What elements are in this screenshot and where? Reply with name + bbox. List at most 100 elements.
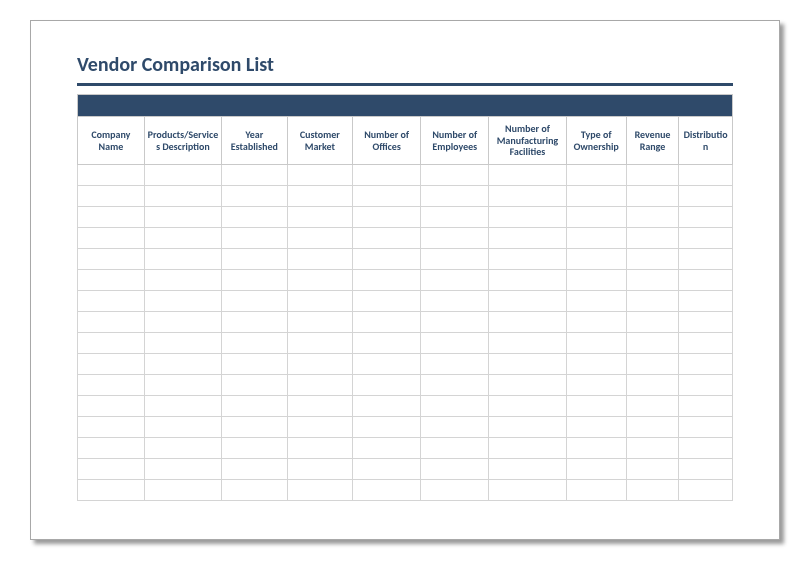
table-cell[interactable] bbox=[78, 291, 145, 312]
table-cell[interactable] bbox=[566, 375, 626, 396]
table-cell[interactable] bbox=[353, 165, 421, 186]
table-cell[interactable] bbox=[679, 249, 733, 270]
table-cell[interactable] bbox=[421, 333, 489, 354]
table-cell[interactable] bbox=[566, 354, 626, 375]
table-cell[interactable] bbox=[421, 270, 489, 291]
table-cell[interactable] bbox=[626, 270, 678, 291]
table-cell[interactable] bbox=[222, 165, 288, 186]
table-cell[interactable] bbox=[78, 228, 145, 249]
table-row[interactable] bbox=[78, 249, 733, 270]
table-cell[interactable] bbox=[566, 417, 626, 438]
table-cell[interactable] bbox=[626, 291, 678, 312]
table-row[interactable] bbox=[78, 291, 733, 312]
table-cell[interactable] bbox=[78, 438, 145, 459]
table-row[interactable] bbox=[78, 165, 733, 186]
table-cell[interactable] bbox=[78, 375, 145, 396]
table-cell[interactable] bbox=[489, 417, 566, 438]
table-cell[interactable] bbox=[489, 438, 566, 459]
table-cell[interactable] bbox=[679, 312, 733, 333]
table-cell[interactable] bbox=[421, 291, 489, 312]
table-cell[interactable] bbox=[679, 291, 733, 312]
table-cell[interactable] bbox=[78, 459, 145, 480]
table-cell[interactable] bbox=[679, 186, 733, 207]
table-cell[interactable] bbox=[353, 249, 421, 270]
table-cell[interactable] bbox=[144, 207, 221, 228]
table-cell[interactable] bbox=[679, 459, 733, 480]
table-cell[interactable] bbox=[144, 375, 221, 396]
table-cell[interactable] bbox=[421, 417, 489, 438]
table-cell[interactable] bbox=[222, 375, 288, 396]
table-cell[interactable] bbox=[78, 165, 145, 186]
table-cell[interactable] bbox=[421, 165, 489, 186]
table-cell[interactable] bbox=[78, 249, 145, 270]
table-cell[interactable] bbox=[222, 396, 288, 417]
table-cell[interactable] bbox=[222, 354, 288, 375]
table-cell[interactable] bbox=[566, 312, 626, 333]
table-cell[interactable] bbox=[421, 354, 489, 375]
table-row[interactable] bbox=[78, 480, 733, 501]
table-row[interactable] bbox=[78, 207, 733, 228]
table-cell[interactable] bbox=[222, 438, 288, 459]
table-cell[interactable] bbox=[353, 312, 421, 333]
table-row[interactable] bbox=[78, 186, 733, 207]
table-cell[interactable] bbox=[626, 165, 678, 186]
table-cell[interactable] bbox=[626, 375, 678, 396]
table-cell[interactable] bbox=[679, 417, 733, 438]
table-cell[interactable] bbox=[144, 354, 221, 375]
table-cell[interactable] bbox=[78, 186, 145, 207]
table-cell[interactable] bbox=[287, 249, 353, 270]
table-cell[interactable] bbox=[679, 165, 733, 186]
table-cell[interactable] bbox=[679, 333, 733, 354]
table-cell[interactable] bbox=[78, 354, 145, 375]
table-cell[interactable] bbox=[287, 459, 353, 480]
table-cell[interactable] bbox=[222, 333, 288, 354]
table-row[interactable] bbox=[78, 312, 733, 333]
table-cell[interactable] bbox=[489, 333, 566, 354]
table-cell[interactable] bbox=[144, 249, 221, 270]
table-cell[interactable] bbox=[566, 249, 626, 270]
table-cell[interactable] bbox=[222, 249, 288, 270]
table-cell[interactable] bbox=[78, 333, 145, 354]
table-cell[interactable] bbox=[222, 270, 288, 291]
table-cell[interactable] bbox=[489, 375, 566, 396]
table-row[interactable] bbox=[78, 417, 733, 438]
table-cell[interactable] bbox=[679, 438, 733, 459]
table-cell[interactable] bbox=[626, 417, 678, 438]
table-cell[interactable] bbox=[679, 396, 733, 417]
table-cell[interactable] bbox=[144, 228, 221, 249]
table-row[interactable] bbox=[78, 270, 733, 291]
table-cell[interactable] bbox=[353, 438, 421, 459]
table-cell[interactable] bbox=[144, 417, 221, 438]
table-cell[interactable] bbox=[287, 165, 353, 186]
table-cell[interactable] bbox=[287, 438, 353, 459]
table-cell[interactable] bbox=[489, 207, 566, 228]
table-cell[interactable] bbox=[287, 207, 353, 228]
table-cell[interactable] bbox=[626, 438, 678, 459]
table-cell[interactable] bbox=[489, 186, 566, 207]
table-cell[interactable] bbox=[489, 480, 566, 501]
table-cell[interactable] bbox=[489, 249, 566, 270]
table-cell[interactable] bbox=[421, 480, 489, 501]
table-cell[interactable] bbox=[78, 396, 145, 417]
table-cell[interactable] bbox=[144, 396, 221, 417]
table-cell[interactable] bbox=[287, 270, 353, 291]
table-cell[interactable] bbox=[287, 186, 353, 207]
table-cell[interactable] bbox=[287, 417, 353, 438]
table-cell[interactable] bbox=[421, 375, 489, 396]
table-cell[interactable] bbox=[287, 312, 353, 333]
table-cell[interactable] bbox=[353, 186, 421, 207]
table-cell[interactable] bbox=[489, 228, 566, 249]
table-cell[interactable] bbox=[287, 354, 353, 375]
table-cell[interactable] bbox=[144, 438, 221, 459]
table-cell[interactable] bbox=[353, 375, 421, 396]
table-cell[interactable] bbox=[421, 312, 489, 333]
table-cell[interactable] bbox=[287, 333, 353, 354]
table-cell[interactable] bbox=[287, 480, 353, 501]
table-cell[interactable] bbox=[489, 396, 566, 417]
table-cell[interactable] bbox=[489, 270, 566, 291]
table-cell[interactable] bbox=[566, 480, 626, 501]
table-cell[interactable] bbox=[679, 228, 733, 249]
table-cell[interactable] bbox=[626, 480, 678, 501]
table-row[interactable] bbox=[78, 396, 733, 417]
table-cell[interactable] bbox=[78, 480, 145, 501]
